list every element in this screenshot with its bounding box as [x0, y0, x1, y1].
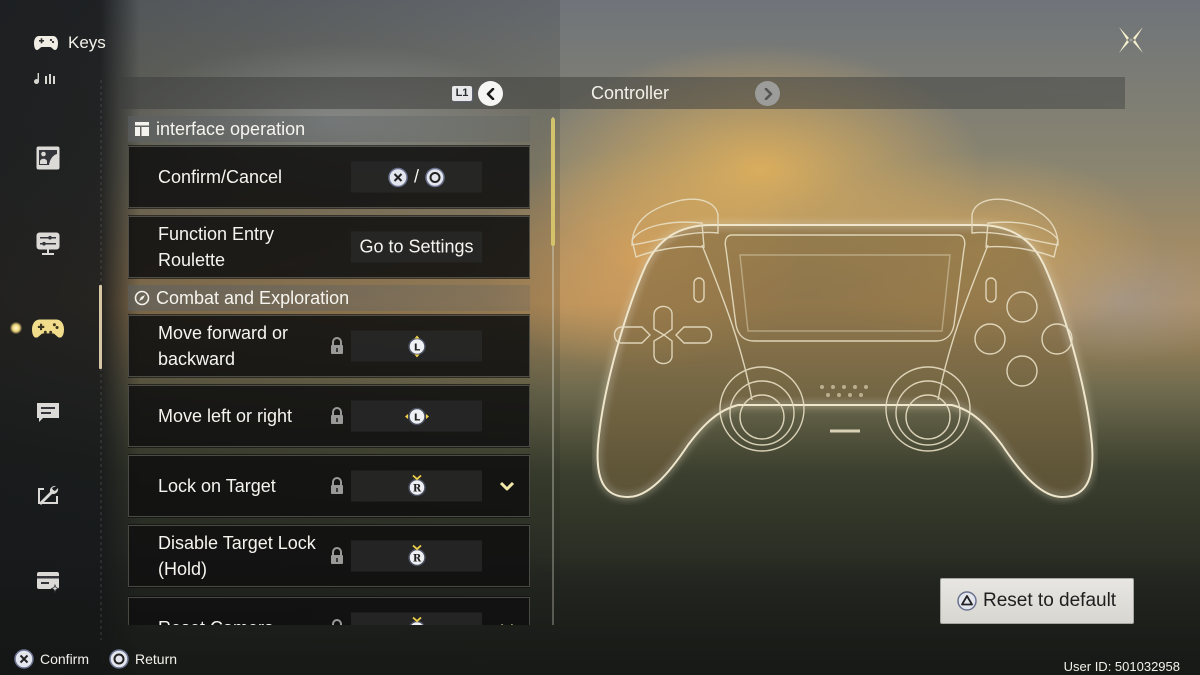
- binding-row-move-left-right[interactable]: Move left or right L: [128, 384, 530, 448]
- stick-letter: R: [412, 483, 421, 494]
- sidebar-item-account[interactable]: [30, 566, 66, 598]
- sidebar-title-text: Keys: [68, 33, 106, 52]
- tab-title: Controller: [590, 83, 670, 103]
- footer-confirm-label: Confirm: [40, 651, 90, 667]
- binding-row-move-forward-backward[interactable]: Move forward or backward L: [128, 314, 530, 378]
- binding-row-confirm-cancel[interactable]: Confirm/Cancel /: [128, 145, 530, 209]
- chevron-down-icon[interactable]: [499, 480, 515, 492]
- sidebar-item-other-settings[interactable]: [30, 480, 66, 512]
- l1-shoulder-hint: L1: [452, 86, 472, 101]
- sidebar-item-controls[interactable]: [10, 312, 66, 344]
- binding-row-disable-target-lock[interactable]: Disable Target Lock (Hold) R: [128, 524, 530, 588]
- action-label: Function Entry Roulette: [158, 224, 275, 270]
- sidebar-active-indicator: [99, 285, 102, 369]
- monitor-sliders-icon: [36, 232, 60, 255]
- sidebar-title: Keys: [34, 33, 106, 53]
- binding-slot[interactable]: R: [351, 470, 482, 502]
- lock-icon: [331, 477, 343, 494]
- footer-return[interactable]: Return: [109, 649, 177, 669]
- gamepad-icon: [34, 36, 58, 50]
- binding-slot[interactable]: /: [351, 161, 482, 193]
- sidebar-item-display[interactable]: [30, 228, 66, 260]
- cross-button-icon: [388, 167, 408, 187]
- stick-letter: L: [413, 342, 420, 353]
- key-binding-list[interactable]: interface operation Confirm/Cancel / Fun…: [128, 116, 530, 625]
- binding-slot[interactable]: L: [351, 330, 482, 362]
- action-label: Confirm/Cancel: [158, 167, 283, 187]
- next-tab-button[interactable]: [755, 81, 780, 106]
- action-label: Lock on Target: [158, 476, 276, 496]
- circle-button-icon: [109, 649, 129, 669]
- binding-slot[interactable]: R: [351, 540, 482, 572]
- lock-icon: [331, 407, 343, 424]
- wrench-icon: [38, 485, 59, 505]
- left-stick-horizontal-icon: L: [404, 407, 429, 425]
- lock-icon: [332, 619, 342, 625]
- section-header-combat-exploration: Combat and Exploration: [128, 285, 530, 311]
- layout-icon: [135, 122, 149, 136]
- reset-label: Reset to default: [983, 590, 1117, 611]
- section-title: interface operation: [156, 118, 306, 139]
- user-id: User ID: 501032958: [1063, 659, 1180, 674]
- binding-row-function-entry-roulette[interactable]: Function Entry Roulette Go to Settings: [128, 215, 530, 279]
- chat-bubble-icon: [37, 403, 59, 422]
- right-stick-press-icon: R: [407, 544, 426, 566]
- cross-button-icon: [14, 649, 34, 669]
- lock-icon: [331, 547, 343, 564]
- action-label: Reset Camera: [158, 615, 328, 625]
- binding-slot[interactable]: L: [351, 400, 482, 432]
- right-stick-press-icon: R: [408, 616, 425, 625]
- picture-icon: [36, 146, 60, 170]
- sidebar-item-language[interactable]: [30, 396, 66, 428]
- binding-separator: /: [413, 166, 419, 187]
- footer-hints: Confirm Return: [14, 649, 177, 669]
- lock-icon: [331, 337, 343, 354]
- previous-tab-button[interactable]: [478, 81, 503, 106]
- gamepad-icon: [32, 319, 64, 338]
- left-stick-vertical-icon: L: [407, 335, 426, 357]
- binding-row-reset-camera[interactable]: Reset Camera R: [128, 596, 530, 625]
- close-icon[interactable]: [1113, 24, 1149, 56]
- sidebar-item-graphics[interactable]: [30, 142, 66, 174]
- footer-confirm[interactable]: Confirm: [14, 649, 89, 669]
- action-label: Move forward or backward: [158, 323, 289, 369]
- reset-to-default-button[interactable]: Reset to default: [940, 578, 1134, 624]
- binding-slot[interactable]: R: [351, 612, 482, 625]
- compass-icon: [134, 290, 150, 306]
- triangle-button-icon: [957, 591, 977, 611]
- stick-letter: L: [413, 412, 420, 423]
- card-icon: [37, 572, 60, 594]
- list-scrollbar-thumb[interactable]: [551, 118, 555, 246]
- circle-button-icon: [425, 167, 445, 187]
- chevron-left-icon: [486, 87, 494, 100]
- active-glow: [10, 322, 22, 334]
- right-stick-press-icon: R: [407, 474, 426, 496]
- action-label: Move left or right: [158, 406, 293, 426]
- go-to-settings-button[interactable]: Go to Settings: [351, 231, 482, 263]
- section-header-interface-operation: interface operation: [128, 116, 530, 142]
- footer-return-label: Return: [135, 651, 178, 667]
- chevron-right-icon: [764, 87, 772, 100]
- music-note-icon[interactable]: [34, 72, 60, 86]
- controller-illustration: [596, 198, 1094, 499]
- section-title: Combat and Exploration: [156, 287, 350, 308]
- controller-body: [596, 224, 1094, 499]
- binding-text: Go to Settings: [359, 236, 474, 257]
- action-label: Disable Target Lock (Hold): [158, 533, 316, 579]
- chevron-down-icon[interactable]: [499, 622, 515, 625]
- stick-letter: R: [412, 553, 421, 564]
- binding-row-lock-on-target[interactable]: Lock on Target R: [128, 454, 530, 518]
